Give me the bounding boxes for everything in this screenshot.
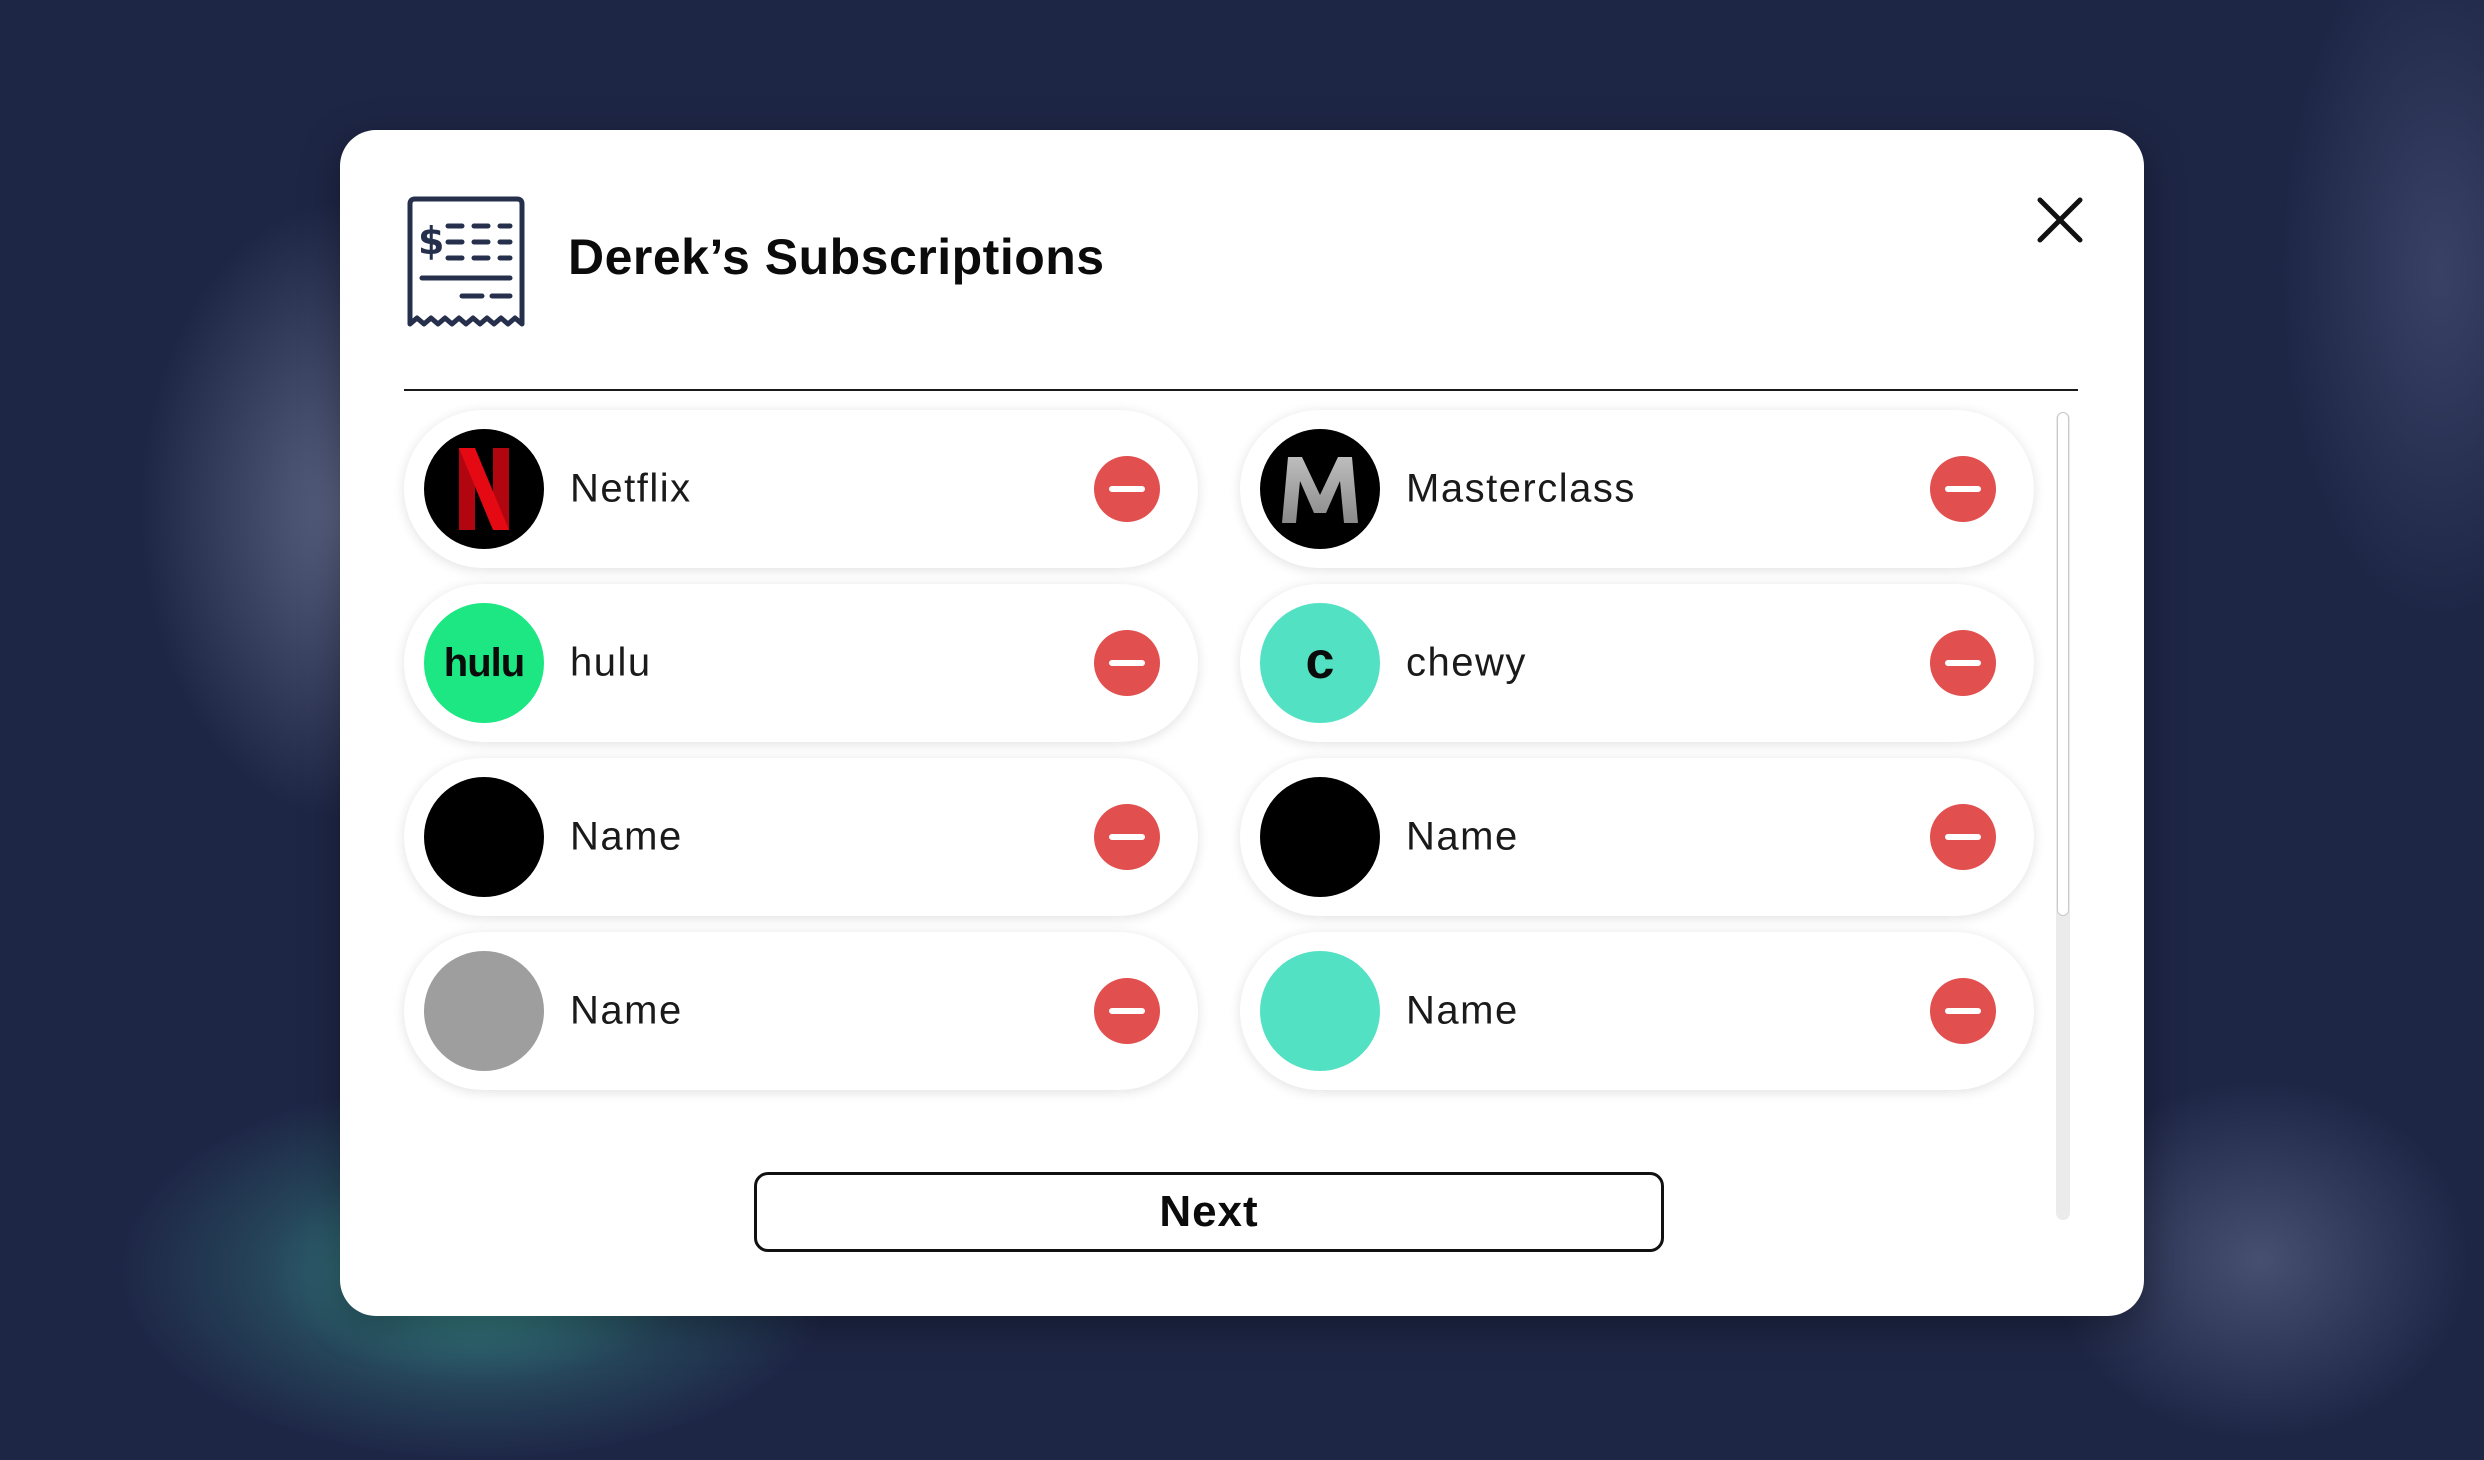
list-scrollbar[interactable] <box>2056 412 2070 1220</box>
close-icon[interactable] <box>2030 190 2090 250</box>
hulu-logo: hulu <box>424 603 544 723</box>
subscription-card: Name <box>1240 932 2034 1090</box>
placeholder-logo <box>1260 777 1380 897</box>
minus-icon <box>1109 834 1145 840</box>
minus-icon <box>1109 1008 1145 1014</box>
subscription-name: Masterclass <box>1406 466 1636 511</box>
receipt-icon: $ <box>404 196 528 332</box>
remove-netflix-button[interactable] <box>1094 456 1160 522</box>
subscription-name: Name <box>570 988 683 1033</box>
remove-subscription-button[interactable] <box>1930 804 1996 870</box>
subscription-card: Name <box>404 758 1198 916</box>
placeholder-logo <box>1260 951 1380 1071</box>
subscription-card: Name <box>1240 758 2034 916</box>
subscription-card-masterclass: Masterclass <box>1240 410 2034 568</box>
subscription-card-hulu: hulu hulu <box>404 584 1198 742</box>
minus-icon <box>1109 486 1145 492</box>
subscription-name: Netflix <box>570 466 692 511</box>
minus-icon <box>1945 486 1981 492</box>
minus-icon <box>1945 1008 1981 1014</box>
remove-chewy-button[interactable] <box>1930 630 1996 696</box>
modal-title: Derek’s Subscriptions <box>568 229 1105 285</box>
background-glow <box>2280 0 2484 620</box>
subscription-name: Name <box>1406 814 1519 859</box>
chewy-logo: c <box>1260 603 1380 723</box>
remove-subscription-button[interactable] <box>1930 978 1996 1044</box>
subscription-card-chewy: c chewy <box>1240 584 2034 742</box>
subscription-name: Name <box>1406 988 1519 1033</box>
remove-subscription-button[interactable] <box>1094 978 1160 1044</box>
header-divider <box>404 389 2078 391</box>
minus-icon <box>1109 660 1145 666</box>
subscription-list: Netflix Masterclass hulu hulu c chewy Na… <box>404 410 2034 1230</box>
placeholder-logo <box>424 951 544 1071</box>
scrollbar-thumb[interactable] <box>2057 412 2069 916</box>
subscription-card-netflix: Netflix <box>404 410 1198 568</box>
subscriptions-modal: $ Derek’s Subscriptions Netflix Mastercl… <box>340 130 2144 1316</box>
placeholder-logo <box>424 777 544 897</box>
remove-masterclass-button[interactable] <box>1930 456 1996 522</box>
remove-subscription-button[interactable] <box>1094 804 1160 870</box>
minus-icon <box>1945 834 1981 840</box>
subscription-card: Name <box>404 932 1198 1090</box>
remove-hulu-button[interactable] <box>1094 630 1160 696</box>
masterclass-logo <box>1260 429 1380 549</box>
minus-icon <box>1945 660 1981 666</box>
svg-text:$: $ <box>418 219 444 263</box>
subscription-name: chewy <box>1406 640 1527 685</box>
next-button[interactable]: Next <box>754 1172 1664 1252</box>
subscription-name: Name <box>570 814 683 859</box>
netflix-logo <box>424 429 544 549</box>
subscription-name: hulu <box>570 640 652 685</box>
